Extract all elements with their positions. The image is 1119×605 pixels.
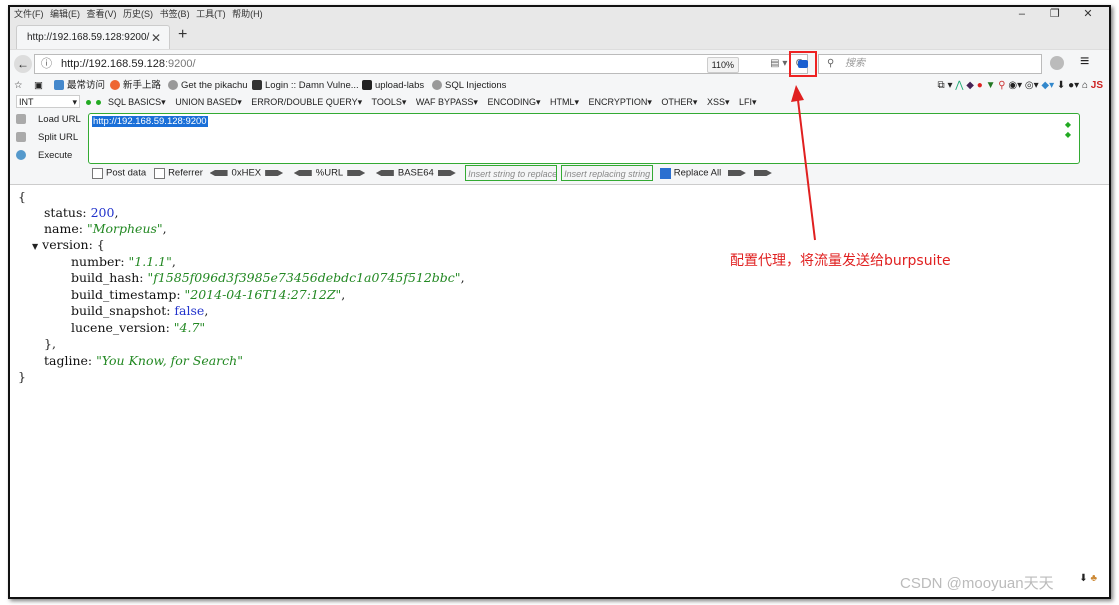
watermark-text: CSDN @mooyuan天天 (900, 575, 1054, 592)
annotation-text: 配置代理，将流量发送给burpsuite (730, 253, 951, 269)
arrow-line (797, 99, 816, 241)
arrow-head (791, 85, 804, 102)
annotation-arrow (791, 85, 816, 241)
